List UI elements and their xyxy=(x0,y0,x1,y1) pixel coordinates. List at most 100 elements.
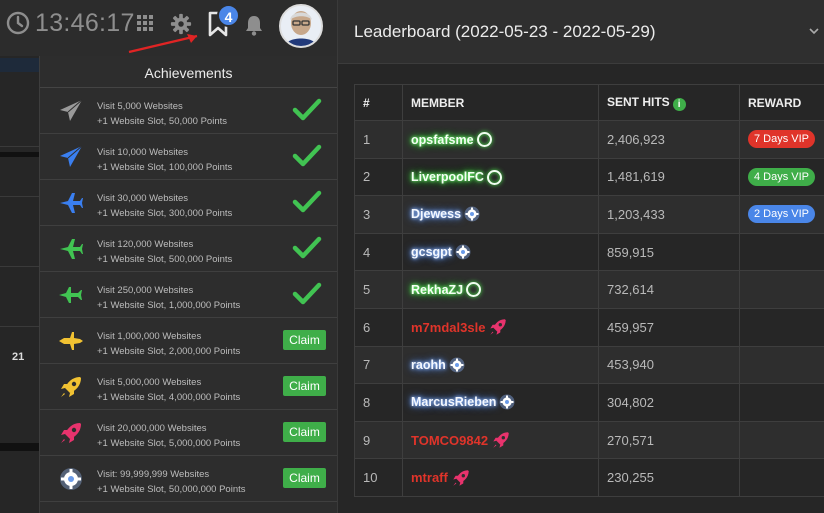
achievement-reward: +1 Website Slot, 5,000,000 Points xyxy=(97,438,241,449)
member-link[interactable]: raohh xyxy=(411,357,465,373)
rank-cell: 4 xyxy=(354,232,403,272)
sent-hits-cell: 859,915 xyxy=(598,232,740,272)
rocket-icon xyxy=(61,377,81,397)
rank-cell: 2 xyxy=(354,157,403,197)
clock-time: 13:46:17 xyxy=(35,9,135,37)
notification-count-badge: 4 xyxy=(217,4,240,27)
member-name: LiverpoolFC xyxy=(411,170,484,185)
column-header-sent-hits-label: SENT HITS xyxy=(607,94,670,109)
achievement-item: Visit 1,000,000 Websites +1 Website Slot,… xyxy=(40,318,337,364)
rank-cell: 10 xyxy=(354,458,403,497)
leaderboard-header[interactable]: Leaderboard (2022-05-23 - 2022-05-29) xyxy=(338,0,824,64)
rank-cell: 7 xyxy=(354,345,403,385)
achievement-goal: Visit 250,000 Websites xyxy=(97,285,194,296)
reward-cell: 7 Days VIP xyxy=(739,120,824,159)
member-link[interactable]: Djewess xyxy=(411,206,480,222)
member-name: raohh xyxy=(411,357,446,372)
achievement-goal: Visit 1,000,000 Websites xyxy=(97,331,202,342)
achievement-item: Visit 120,000 Websites +1 Website Slot, 5… xyxy=(40,226,337,272)
avatar[interactable] xyxy=(279,4,323,48)
sent-hits-cell: 1,481,619 xyxy=(598,157,740,197)
glowing-cog-icon xyxy=(455,244,471,260)
glowing-cog-icon xyxy=(464,206,480,222)
member-link[interactable]: gcsgpt xyxy=(411,244,471,260)
achievement-item: Visit 250,000 Websites +1 Website Slot, 1… xyxy=(40,272,337,318)
achievement-goal: Visit 5,000 Websites xyxy=(97,101,183,112)
reward-cell: 2 Days VIP xyxy=(739,195,824,234)
table-row: 9 TOMCO9842 270,571 xyxy=(354,420,824,460)
ring-badge-icon xyxy=(466,282,482,298)
sent-hits-cell: 2,406,923 xyxy=(598,120,740,159)
rank-cell: 1 xyxy=(354,120,403,159)
strip-band xyxy=(0,58,40,72)
page: 13:46:17 4 21 Achievements Visit 5,000 W… xyxy=(0,0,824,513)
member-name: mtraff xyxy=(411,470,448,486)
leaderboard-title: Leaderboard (2022-05-23 - 2022-05-29) xyxy=(354,22,656,41)
apps-grid-icon[interactable] xyxy=(137,15,153,31)
paper-plane-icon xyxy=(60,145,83,167)
member-name: MarcusRieben xyxy=(411,395,497,410)
member-link[interactable]: MarcusRieben xyxy=(411,394,515,410)
achievement-reward: +1 Website Slot, 100,000 Points xyxy=(97,162,233,173)
member-link[interactable]: opsfafsme xyxy=(411,132,492,148)
claim-button[interactable]: Claim xyxy=(283,422,326,442)
achievement-goal: Visit 30,000 Websites xyxy=(97,193,189,204)
member-link[interactable]: mtraff xyxy=(411,468,471,488)
member-cell: RekhaZJ xyxy=(402,270,599,309)
achievement-goal: Visit 120,000 Websites xyxy=(97,239,194,250)
claim-button[interactable]: Claim xyxy=(283,330,326,350)
strip-band xyxy=(0,443,40,451)
reward-cell xyxy=(739,458,824,497)
claim-button[interactable]: Claim xyxy=(283,376,326,396)
member-cell: mtraff xyxy=(402,458,599,497)
table-row: 10 mtraff 230,255 xyxy=(354,458,824,497)
leaderboard-table: # MEMBER SENT HITS i REWARD 1 opsfafsme 2,4… xyxy=(354,84,824,497)
calendar-day-label: 21 xyxy=(12,351,25,363)
member-name: m7mdal3sle xyxy=(411,319,486,335)
member-link[interactable]: m7mdal3sle xyxy=(411,317,508,337)
info-icon[interactable]: i xyxy=(672,97,686,111)
table-row: 3 Djewess 1,203,433 2 Days VIP xyxy=(354,195,824,234)
background-strip: 21 xyxy=(0,56,40,513)
bell-icon[interactable] xyxy=(244,14,264,36)
rocket-icon xyxy=(490,319,507,335)
member-link[interactable]: LiverpoolFC xyxy=(411,169,502,185)
achievement-item: Visit 20,000,000 Websites +1 Website Slot… xyxy=(40,410,337,456)
reward-cell xyxy=(739,270,824,309)
achievement-reward: +1 Website Slot, 50,000,000 Points xyxy=(97,484,246,495)
member-name: TOMCO9842 xyxy=(411,432,489,448)
member-cell: MarcusRieben xyxy=(402,383,599,422)
checkmark-icon xyxy=(292,282,322,305)
table-row: 5 RekhaZJ 732,614 xyxy=(354,270,824,309)
member-link[interactable]: TOMCO9842 xyxy=(411,430,511,450)
avatar-image xyxy=(281,6,321,46)
reward-cell xyxy=(739,307,824,347)
achievement-reward: +1 Website Slot, 1,000,000 Points xyxy=(97,300,241,311)
achievement-reward: +1 Website Slot, 2,000,000 Points xyxy=(97,346,241,357)
table-row: 1 opsfafsme 2,406,923 7 Days VIP xyxy=(354,120,824,159)
rocket-icon xyxy=(453,469,469,486)
achievement-reward: +1 Website Slot, 50,000 Points xyxy=(97,116,228,127)
rank-cell: 6 xyxy=(354,307,403,347)
rocket-icon xyxy=(61,423,81,443)
table-row: 7 raohh 453,940 xyxy=(354,345,824,385)
chevron-down-icon[interactable] xyxy=(808,25,820,37)
claim-button[interactable]: Claim xyxy=(283,468,326,488)
table-header-row: # MEMBER SENT HITS i REWARD xyxy=(354,84,824,121)
glowing-cog-icon xyxy=(499,394,515,410)
reward-cell xyxy=(739,383,824,422)
strip-divider xyxy=(0,266,40,267)
sent-hits-cell: 230,255 xyxy=(598,458,740,497)
member-name: RekhaZJ xyxy=(411,282,464,297)
airplane-icon xyxy=(60,193,83,213)
sent-hits-cell: 304,802 xyxy=(598,383,740,422)
member-link[interactable]: RekhaZJ xyxy=(411,282,482,298)
member-cell: TOMCO9842 xyxy=(402,420,599,460)
achievements-list: Visit 5,000 Websites +1 Website Slot, 50,… xyxy=(40,88,337,502)
rank-cell: 8 xyxy=(354,383,403,422)
airplane-icon xyxy=(60,239,83,259)
reward-cell xyxy=(739,420,824,460)
member-name: opsfafsme xyxy=(411,132,474,147)
strip-divider xyxy=(0,326,40,327)
fighter-jet-icon xyxy=(59,332,83,350)
